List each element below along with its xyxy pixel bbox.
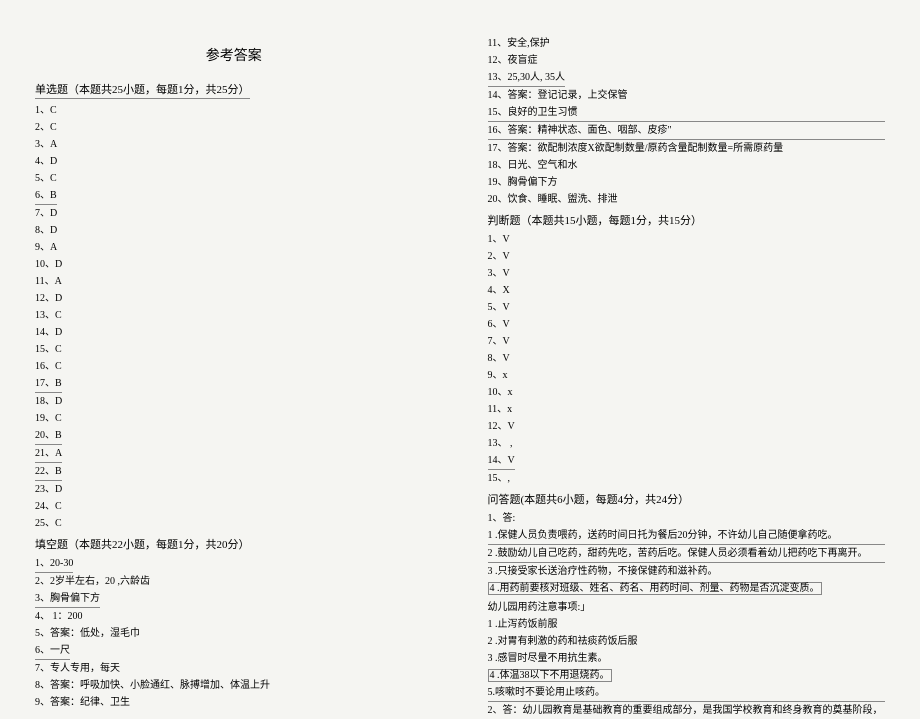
mc-item: 10、D bbox=[35, 256, 433, 273]
fill-item: 17、答案：欲配制浓度X欲配制数量/原药含量配制数量=所需原药量 bbox=[488, 140, 886, 157]
mc-item: 2、C bbox=[35, 119, 433, 136]
fill-item: 9、答案：纪律、卫生 bbox=[35, 694, 433, 711]
fill-item: 3、胸骨偏下方 bbox=[35, 590, 433, 608]
fill-item: 1、20-30 bbox=[35, 555, 433, 573]
fill-item: 12、夜盲症 bbox=[488, 52, 886, 69]
qa-line: 4 .体温38以下不用退烧药。 bbox=[488, 667, 886, 684]
fill-item: 11、安全,保护 bbox=[488, 35, 886, 52]
mc-item: 9、A bbox=[35, 239, 433, 256]
fill-left-list: 1、20-302、2岁半左右，20 ,六龄齿3、胸骨偏下方4、 1：2005、答… bbox=[35, 555, 433, 711]
fill-item: 18、日光、空气和水 bbox=[488, 157, 886, 174]
fill-item: 7、专人专用，每天 bbox=[35, 660, 433, 677]
tf-item: 5、V bbox=[488, 299, 886, 316]
mc-item: 20、B bbox=[35, 427, 433, 445]
main-title: 参考答案 bbox=[35, 45, 433, 65]
fill-item: 5、答案：低处，湿毛巾 bbox=[35, 625, 433, 642]
fill-item: 14、答案：登记记录，上交保管 bbox=[488, 87, 886, 104]
qa-q1-lines: 1 .保健人员负责喂药，送药时间日托为餐后20分钟，不许幼儿自己随便拿药吃。 2… bbox=[488, 527, 886, 597]
qa-line: 4 .用药前要核对班级、姓名、药名、用药时间、剂量、药物是否沉淀变质。 bbox=[488, 580, 886, 597]
right-column: 11、安全,保护12、夜盲症13、25,30人, 35人14、答案：登记记录，上… bbox=[488, 20, 886, 666]
tf-item: 6、V bbox=[488, 316, 886, 333]
fill-item: 13、25,30人, 35人 bbox=[488, 69, 886, 87]
mc-item: 23、D bbox=[35, 481, 433, 498]
tf-item: 4、X bbox=[488, 282, 886, 299]
qa-line: 3 .只接受家长送治疗性药物，不接保健药和滋补药。 bbox=[488, 563, 886, 580]
fill-item: 16、答案：精神状态、面色、咽部、皮疹" bbox=[488, 122, 886, 140]
tf-item: 8、V bbox=[488, 350, 886, 367]
mc-item: 25、C bbox=[35, 515, 433, 532]
tf-item: 2、V bbox=[488, 248, 886, 265]
mc-item: 19、C bbox=[35, 410, 433, 427]
tf-item: 11、x bbox=[488, 401, 886, 418]
fill-item: 6、一尺 bbox=[35, 642, 433, 660]
qa-q1-header: 1、答: bbox=[488, 510, 886, 527]
mc-item: 22、B bbox=[35, 463, 433, 481]
left-column: 参考答案 单选题（本题共25小题，每题1分，共25分） 1、C2、C3、A4、D… bbox=[35, 20, 433, 666]
tf-item: 15、, bbox=[488, 470, 886, 487]
mc-item: 13、C bbox=[35, 307, 433, 324]
mc-item: 24、C bbox=[35, 498, 433, 515]
fill-right-list: 11、安全,保护12、夜盲症13、25,30人, 35人14、答案：登记记录，上… bbox=[488, 35, 886, 208]
mc-item: 15、C bbox=[35, 341, 433, 358]
tf-item: 10、x bbox=[488, 384, 886, 401]
tf-item: 12、V bbox=[488, 418, 886, 435]
qa-q2-header: 幼儿园用药注意事项:」 bbox=[488, 600, 886, 616]
mc-item: 8、D bbox=[35, 222, 433, 239]
tf-item: 13、 , bbox=[488, 435, 886, 452]
qa-line: 1 .止泻药饭前服 bbox=[488, 616, 886, 633]
mc-item: 5、C bbox=[35, 170, 433, 187]
qa-line: 3 .感冒时尽量不用抗生素。 bbox=[488, 650, 886, 667]
tf-item: 1、V bbox=[488, 231, 886, 248]
mc-item: 12、D bbox=[35, 290, 433, 307]
qa-line: 5.咳嗽时不要论用止咳药。 bbox=[488, 684, 886, 702]
mc-answer-list: 1、C2、C3、A4、D5、C6、B7、D8、D9、A10、D11、A12、D1… bbox=[35, 102, 433, 532]
mc-item: 14、D bbox=[35, 324, 433, 341]
fill-item: 15、良好的卫生习惯 bbox=[488, 104, 886, 122]
tf-item: 3、V bbox=[488, 265, 886, 282]
qa-line: 1 .保健人员负责喂药，送药时间日托为餐后20分钟，不许幼儿自己随便拿药吃。 bbox=[488, 527, 886, 545]
qa-line: 2 .对胃有剌激的药和祛痰药饭后服 bbox=[488, 633, 886, 650]
mc-item: 16、C bbox=[35, 358, 433, 375]
fill-item: 19、胸骨偏下方 bbox=[488, 174, 886, 191]
tf-item: 9、x bbox=[488, 367, 886, 384]
fill-item: 2、2岁半左右，20 ,六龄齿 bbox=[35, 573, 433, 590]
mc-item: 4、D bbox=[35, 153, 433, 170]
tf-item: 7、V bbox=[488, 333, 886, 350]
mc-item: 11、A bbox=[35, 273, 433, 290]
tf-header: 判断题（本题共15小题，每题1分，共15分） bbox=[488, 212, 886, 228]
mc-item: 7、D bbox=[35, 205, 433, 222]
qa-line: 2 .鼓励幼儿自己吃药，甜药先吃，苦药后吃。保健人员必须看着幼儿把药吃下再离开。 bbox=[488, 545, 886, 563]
mc-item: 17、B bbox=[35, 375, 433, 393]
tf-item: 14、V bbox=[488, 452, 886, 470]
fill-header: 填空题（本题共22小题，每题1分，共20分） bbox=[35, 536, 433, 552]
qa-q2-answer: 2、答：幼儿园教育是基础教育的重要组成部分，是我国学校教育和终身教育的奠基阶段， bbox=[488, 702, 886, 719]
tf-answer-list: 1、V2、V3、V4、X5、V6、V7、V8、V9、x10、x11、x12、V1… bbox=[488, 231, 886, 487]
mc-item: 21、A bbox=[35, 445, 433, 463]
qa-q2-lines: 1 .止泻药饭前服2 .对胃有剌激的药和祛痰药饭后服3 .感冒时尽量不用抗生素。… bbox=[488, 616, 886, 702]
mc-item: 1、C bbox=[35, 102, 433, 119]
mc-item: 3、A bbox=[35, 136, 433, 153]
mc-header: 单选题（本题共25小题，每题1分，共25分） bbox=[35, 81, 250, 99]
fill-item: 4、 1：200 bbox=[35, 608, 433, 625]
fill-item: 20、饮食、睡眠、盥洗、排泄 bbox=[488, 191, 886, 208]
mc-item: 6、B bbox=[35, 187, 433, 205]
qa-header: 问答题(本题共6小题，每题4分，共24分） bbox=[488, 491, 886, 507]
mc-item: 18、D bbox=[35, 393, 433, 410]
